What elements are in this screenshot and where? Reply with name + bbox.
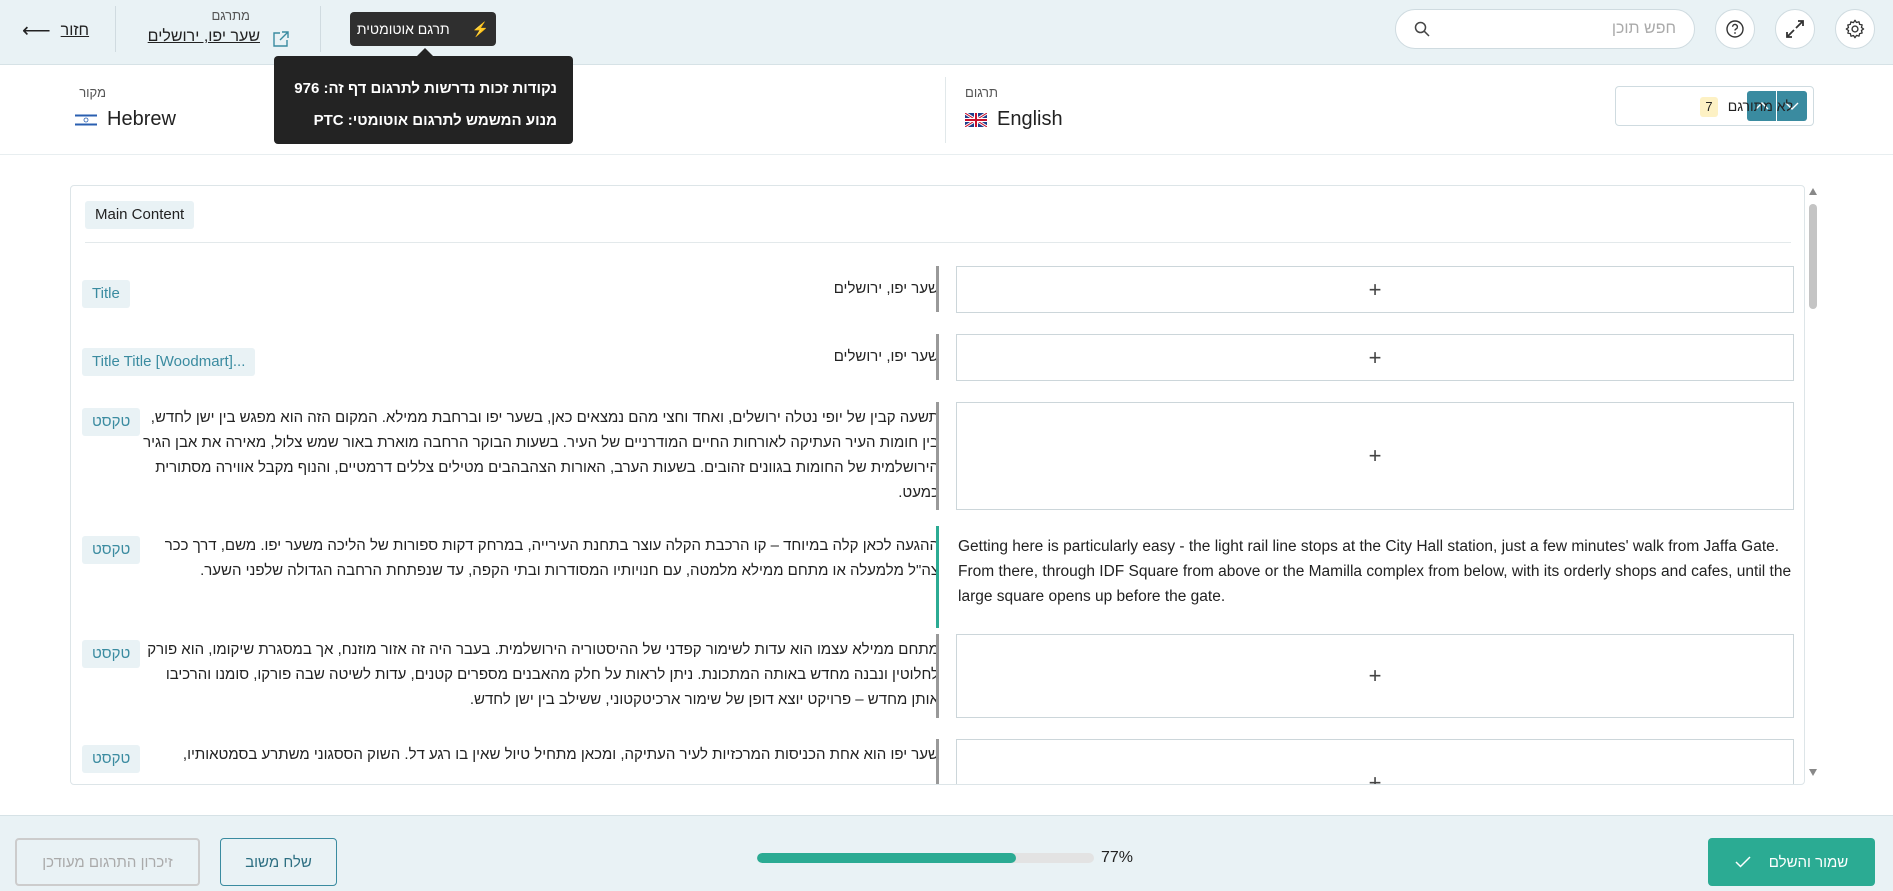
- status-bar: [936, 334, 939, 380]
- source-text: שער יפו הוא אחת הכניסות המרכזיות לעיר הע…: [182, 746, 939, 763]
- segment-tag: Title: [82, 280, 130, 308]
- source-text: מתחם ממילא עצמו הוא עדות לשימור קפדני של…: [147, 641, 939, 708]
- status-bar-translated: [936, 526, 939, 628]
- source-text: ההגעה לכאן קלה במיוחד – קו הרכבת הקלה עו…: [164, 537, 939, 579]
- plus-icon: +: [1368, 770, 1382, 785]
- status-bar: [936, 634, 939, 718]
- segment-tag: טקסט: [82, 408, 141, 436]
- source-text: שער יפו, ירושלים: [833, 348, 939, 365]
- back-label: חזור: [60, 21, 90, 39]
- page-title-link[interactable]: שער יפו, ירושלים: [145, 28, 260, 46]
- segment-tag: טקסט: [82, 640, 141, 668]
- tooltip-engine: מנוע המשמש לתרגום אוטומטי: PTC: [313, 112, 557, 129]
- segment-tag: טקסט: [82, 745, 141, 773]
- add-translation-button[interactable]: +: [956, 266, 1794, 313]
- add-translation-button[interactable]: +: [956, 634, 1794, 718]
- send-feedback-button[interactable]: שלח משוב: [220, 838, 337, 886]
- target-language: English: [965, 108, 1063, 131]
- progress-bar: [757, 853, 1094, 863]
- target-label: תרגום: [965, 85, 998, 100]
- status-bar: [936, 266, 939, 312]
- lightning-icon: ⚡: [471, 20, 490, 37]
- translation-memory-button[interactable]: זיכרון התרגום מעודכן: [15, 838, 200, 886]
- progress-text: 77%: [1101, 849, 1134, 866]
- content-card: Main Content Title שער יפו, ירושלים + Ti…: [70, 185, 1805, 785]
- target-language-name: English: [997, 108, 1063, 130]
- fullscreen-button[interactable]: [1775, 9, 1815, 49]
- source-text: תשעה קבין של יופי נטלה ירושלים, ואחד וחצ…: [143, 409, 939, 501]
- section-chip: Main Content: [85, 201, 195, 229]
- segment-tag: טקסט: [82, 536, 141, 564]
- settings-button[interactable]: [1835, 9, 1875, 49]
- auto-translate-button[interactable]: ⚡ תרגם אוטומטית: [350, 12, 496, 46]
- plus-icon: +: [1368, 663, 1382, 688]
- back-link[interactable]: ⟵ חזור: [22, 18, 89, 43]
- divider: [320, 6, 321, 52]
- add-translation-button[interactable]: +: [956, 739, 1794, 785]
- source-language: Hebrew: [75, 108, 176, 131]
- source-label: מקור: [79, 85, 106, 100]
- search-input[interactable]: [1448, 20, 1676, 38]
- status-bar: [936, 402, 939, 510]
- checkmark-icon: [1735, 856, 1751, 868]
- tooltip-credits: נקודות זכות נדרשות לתרגום דף זה: 976: [294, 80, 557, 97]
- arrow-left-icon: ⟵: [22, 20, 51, 42]
- scrollbar-thumb[interactable]: [1809, 204, 1817, 309]
- scroll-down-arrow-icon[interactable]: [1809, 769, 1817, 776]
- save-and-complete-button[interactable]: שמור והשלם: [1708, 838, 1875, 886]
- translation-text[interactable]: Getting here is particularly easy - the …: [956, 534, 1794, 609]
- status-bar: [936, 739, 939, 784]
- help-button[interactable]: [1715, 9, 1755, 49]
- scrollbar[interactable]: [1808, 188, 1818, 776]
- translator-label: מתרגם: [211, 8, 250, 23]
- source-text: שער יפו, ירושלים: [833, 280, 939, 297]
- help-icon: [1726, 20, 1744, 38]
- uk-flag-icon: [965, 112, 987, 127]
- untranslated-navigator: 7 לא מתורגם: [1615, 86, 1814, 126]
- save-label: שמור והשלם: [1768, 853, 1849, 871]
- israel-flag-icon: [75, 112, 97, 127]
- add-translation-button[interactable]: +: [956, 334, 1794, 381]
- plus-icon: +: [1368, 443, 1382, 468]
- plus-icon: +: [1368, 344, 1382, 370]
- divider: [85, 242, 1791, 243]
- untranslated-count: 7: [1700, 97, 1718, 117]
- divider: [945, 77, 946, 143]
- search-box[interactable]: [1395, 9, 1695, 49]
- auto-translate-label: תרגם אוטומטית: [356, 21, 450, 37]
- footer: זיכרון התרגום מעודכן שלח משוב 77% שמור ו…: [0, 815, 1893, 891]
- divider: [115, 6, 116, 52]
- source-language-name: Hebrew: [107, 108, 176, 130]
- external-link-icon[interactable]: [272, 30, 290, 48]
- search-icon: [1414, 21, 1430, 37]
- gear-icon: [1845, 19, 1865, 39]
- untranslated-label: לא מתורגם: [1727, 98, 1793, 114]
- plus-icon: +: [1368, 276, 1382, 302]
- add-translation-button[interactable]: +: [956, 402, 1794, 510]
- expand-icon: [1786, 20, 1804, 38]
- scroll-up-arrow-icon[interactable]: [1809, 188, 1817, 195]
- auto-translate-tooltip: נקודות זכות נדרשות לתרגום דף זה: 976 מנו…: [274, 48, 573, 144]
- progress-fill: [757, 853, 1017, 863]
